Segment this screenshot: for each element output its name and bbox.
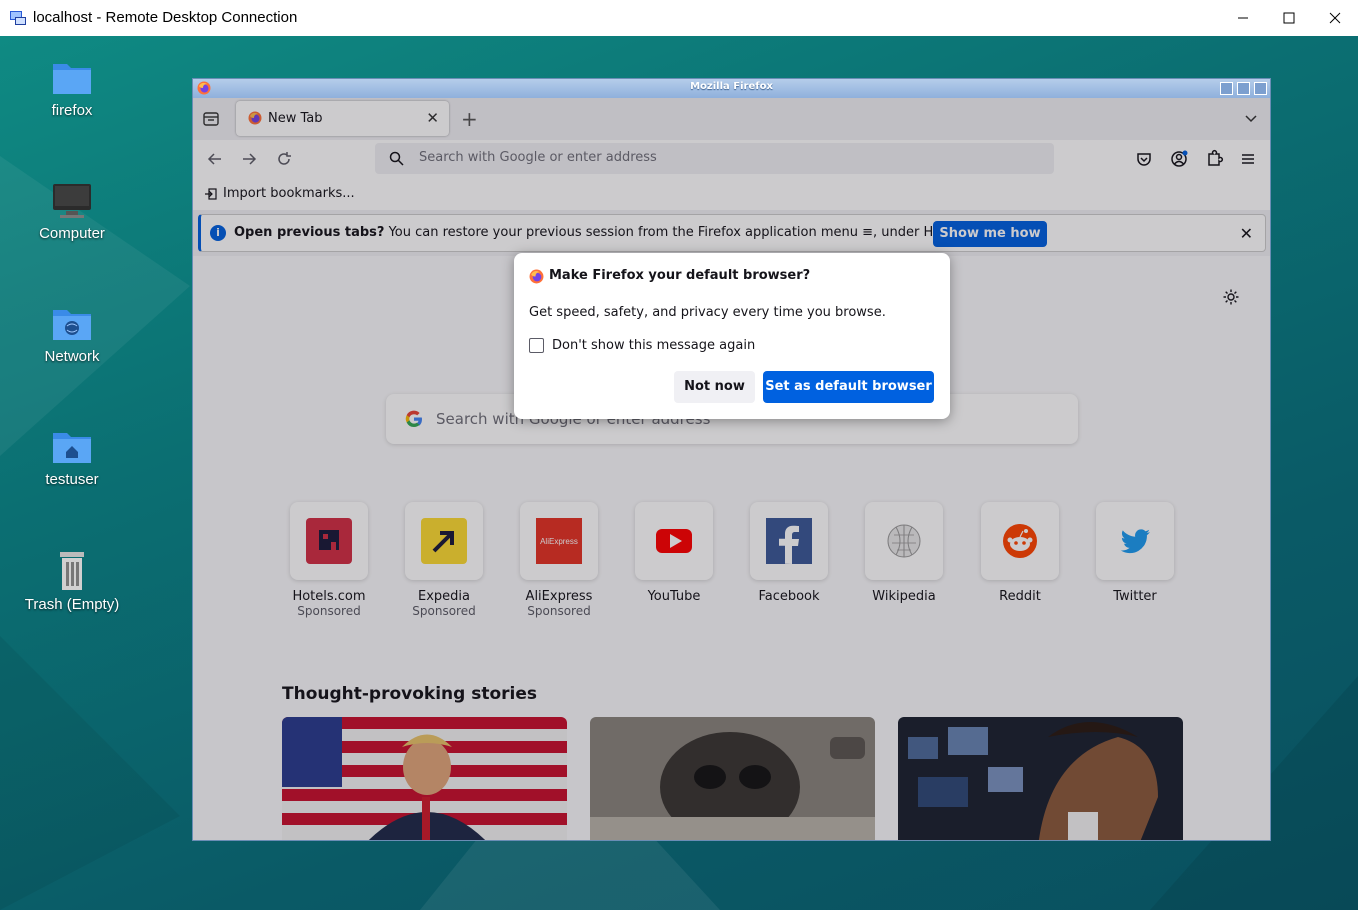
window-manager-titlebar[interactable]: Mozilla Firefox	[193, 79, 1270, 98]
not-now-button[interactable]: Not now	[674, 371, 755, 403]
desktop-icon-firefox[interactable]: firefox	[22, 58, 122, 119]
network-folder-icon	[53, 310, 91, 340]
rdp-window-title: localhost - Remote Desktop Connection	[33, 9, 298, 26]
dont-show-again-checkbox[interactable]	[529, 338, 544, 353]
home-folder-icon	[53, 433, 91, 463]
dont-show-again-label[interactable]: Don't show this message again	[552, 338, 755, 353]
desktop-icon-label: Network	[44, 348, 100, 365]
remote-desktop-icon	[10, 11, 26, 25]
minimize-icon	[1238, 17, 1248, 19]
set-default-browser-button[interactable]: Set as default browser	[763, 371, 934, 403]
wm-maximize-button[interactable]	[1237, 82, 1250, 95]
desktop-icon-testuser[interactable]: testuser	[22, 427, 122, 488]
firefox-window: Mozilla Firefox New Tab ✕ + Search with …	[192, 78, 1271, 841]
desktop-icon-label: Trash (Empty)	[24, 596, 120, 613]
dialog-title: Make Firefox your default browser?	[549, 268, 811, 283]
desktop-icon-computer[interactable]: Computer	[22, 181, 122, 242]
default-browser-dialog: Make Firefox your default browser? Get s…	[514, 253, 950, 419]
desktop-icon-trash[interactable]: Trash (Empty)	[22, 550, 122, 613]
rdp-titlebar: localhost - Remote Desktop Connection	[0, 0, 1358, 36]
window-title: Mozilla Firefox	[690, 81, 773, 92]
wm-minimize-button[interactable]	[1220, 82, 1233, 95]
monitor-icon	[53, 184, 91, 218]
desktop-icon-label: testuser	[45, 471, 99, 488]
maximize-icon	[1283, 12, 1295, 24]
rdp-minimize-button[interactable]	[1220, 0, 1266, 36]
firefox-logo-icon	[529, 269, 544, 284]
close-icon	[1329, 12, 1341, 24]
rdp-close-button[interactable]	[1312, 0, 1358, 36]
desktop-icon-label: Computer	[39, 225, 105, 242]
desktop-icon-network[interactable]: Network	[22, 304, 122, 365]
wm-close-button[interactable]	[1254, 82, 1267, 95]
folder-icon	[53, 64, 91, 94]
rdp-maximize-button[interactable]	[1266, 0, 1312, 36]
dialog-message: Get speed, safety, and privacy every tim…	[529, 305, 886, 320]
modal-backdrop-top	[193, 98, 1270, 214]
trash-icon	[60, 552, 84, 590]
desktop-icon-label: firefox	[51, 102, 93, 119]
